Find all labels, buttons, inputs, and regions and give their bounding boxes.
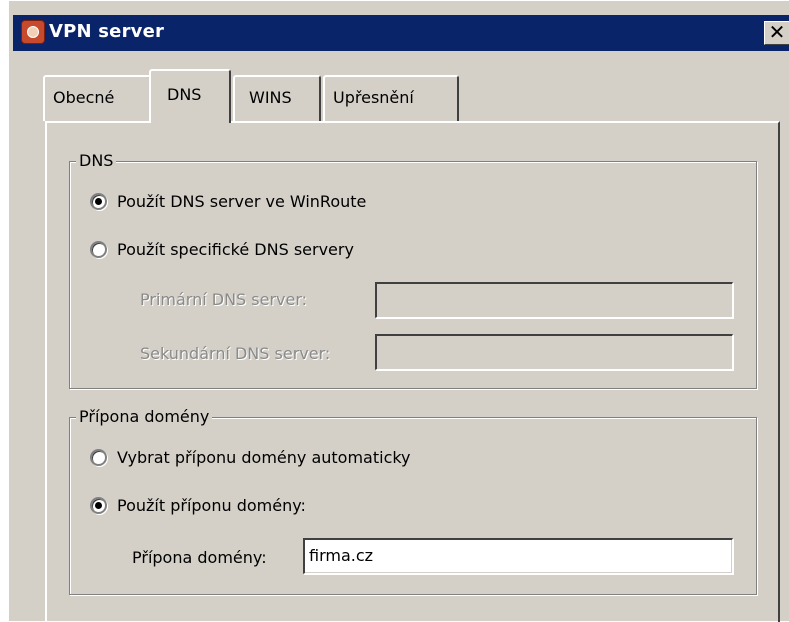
tab-panel-dns: DNS Použít DNS server ve WinRoute Použít… (45, 121, 780, 622)
vpn-server-dialog: VPN server ✕ Obecné DNS WINS Upřesnění D… (8, 0, 789, 622)
tab-upresneni[interactable]: Upřesnění (323, 75, 459, 121)
tab-obecne[interactable]: Obecné (43, 75, 151, 121)
primary-dns-label: Primární DNS server: (140, 290, 308, 309)
radio-button[interactable] (90, 449, 107, 466)
domain-suffix-label: Přípona domény: (132, 548, 267, 567)
domain-suffix-group-legend: Přípona domény (76, 406, 213, 428)
radio-button-checked[interactable] (90, 193, 107, 210)
radio-label: Použít specifické DNS servery (117, 240, 354, 259)
vpn-server-icon (21, 20, 45, 44)
tab-wins[interactable]: WINS (233, 75, 321, 121)
tab-label: Obecné (53, 88, 115, 107)
tab-dns[interactable]: DNS (149, 69, 231, 123)
secondary-dns-input[interactable] (375, 334, 733, 370)
radio-label: Použít příponu domény: (117, 496, 306, 515)
tab-label: DNS (167, 85, 202, 104)
dns-group-legend: DNS (76, 150, 117, 172)
close-button[interactable]: ✕ (764, 21, 789, 45)
tab-label: WINS (249, 88, 292, 107)
radio-button[interactable] (90, 241, 107, 258)
domain-suffix-input[interactable]: firma.cz (303, 538, 733, 574)
primary-dns-input[interactable] (375, 282, 733, 318)
secondary-dns-label: Sekundární DNS server: (140, 344, 331, 363)
radio-label: Vybrat příponu domény automaticky (117, 448, 411, 467)
radio-label: Použít DNS server ve WinRoute (117, 192, 367, 211)
window-title: VPN server (49, 21, 165, 42)
tab-label: Upřesnění (333, 88, 414, 107)
close-icon: ✕ (768, 20, 786, 44)
title-bar[interactable]: VPN server ✕ (13, 15, 789, 51)
radio-button-checked[interactable] (90, 497, 107, 514)
domain-suffix-groupbox: Přípona domény Vybrat příponu domény aut… (69, 406, 757, 595)
dns-groupbox: DNS Použít DNS server ve WinRoute Použít… (69, 150, 757, 389)
